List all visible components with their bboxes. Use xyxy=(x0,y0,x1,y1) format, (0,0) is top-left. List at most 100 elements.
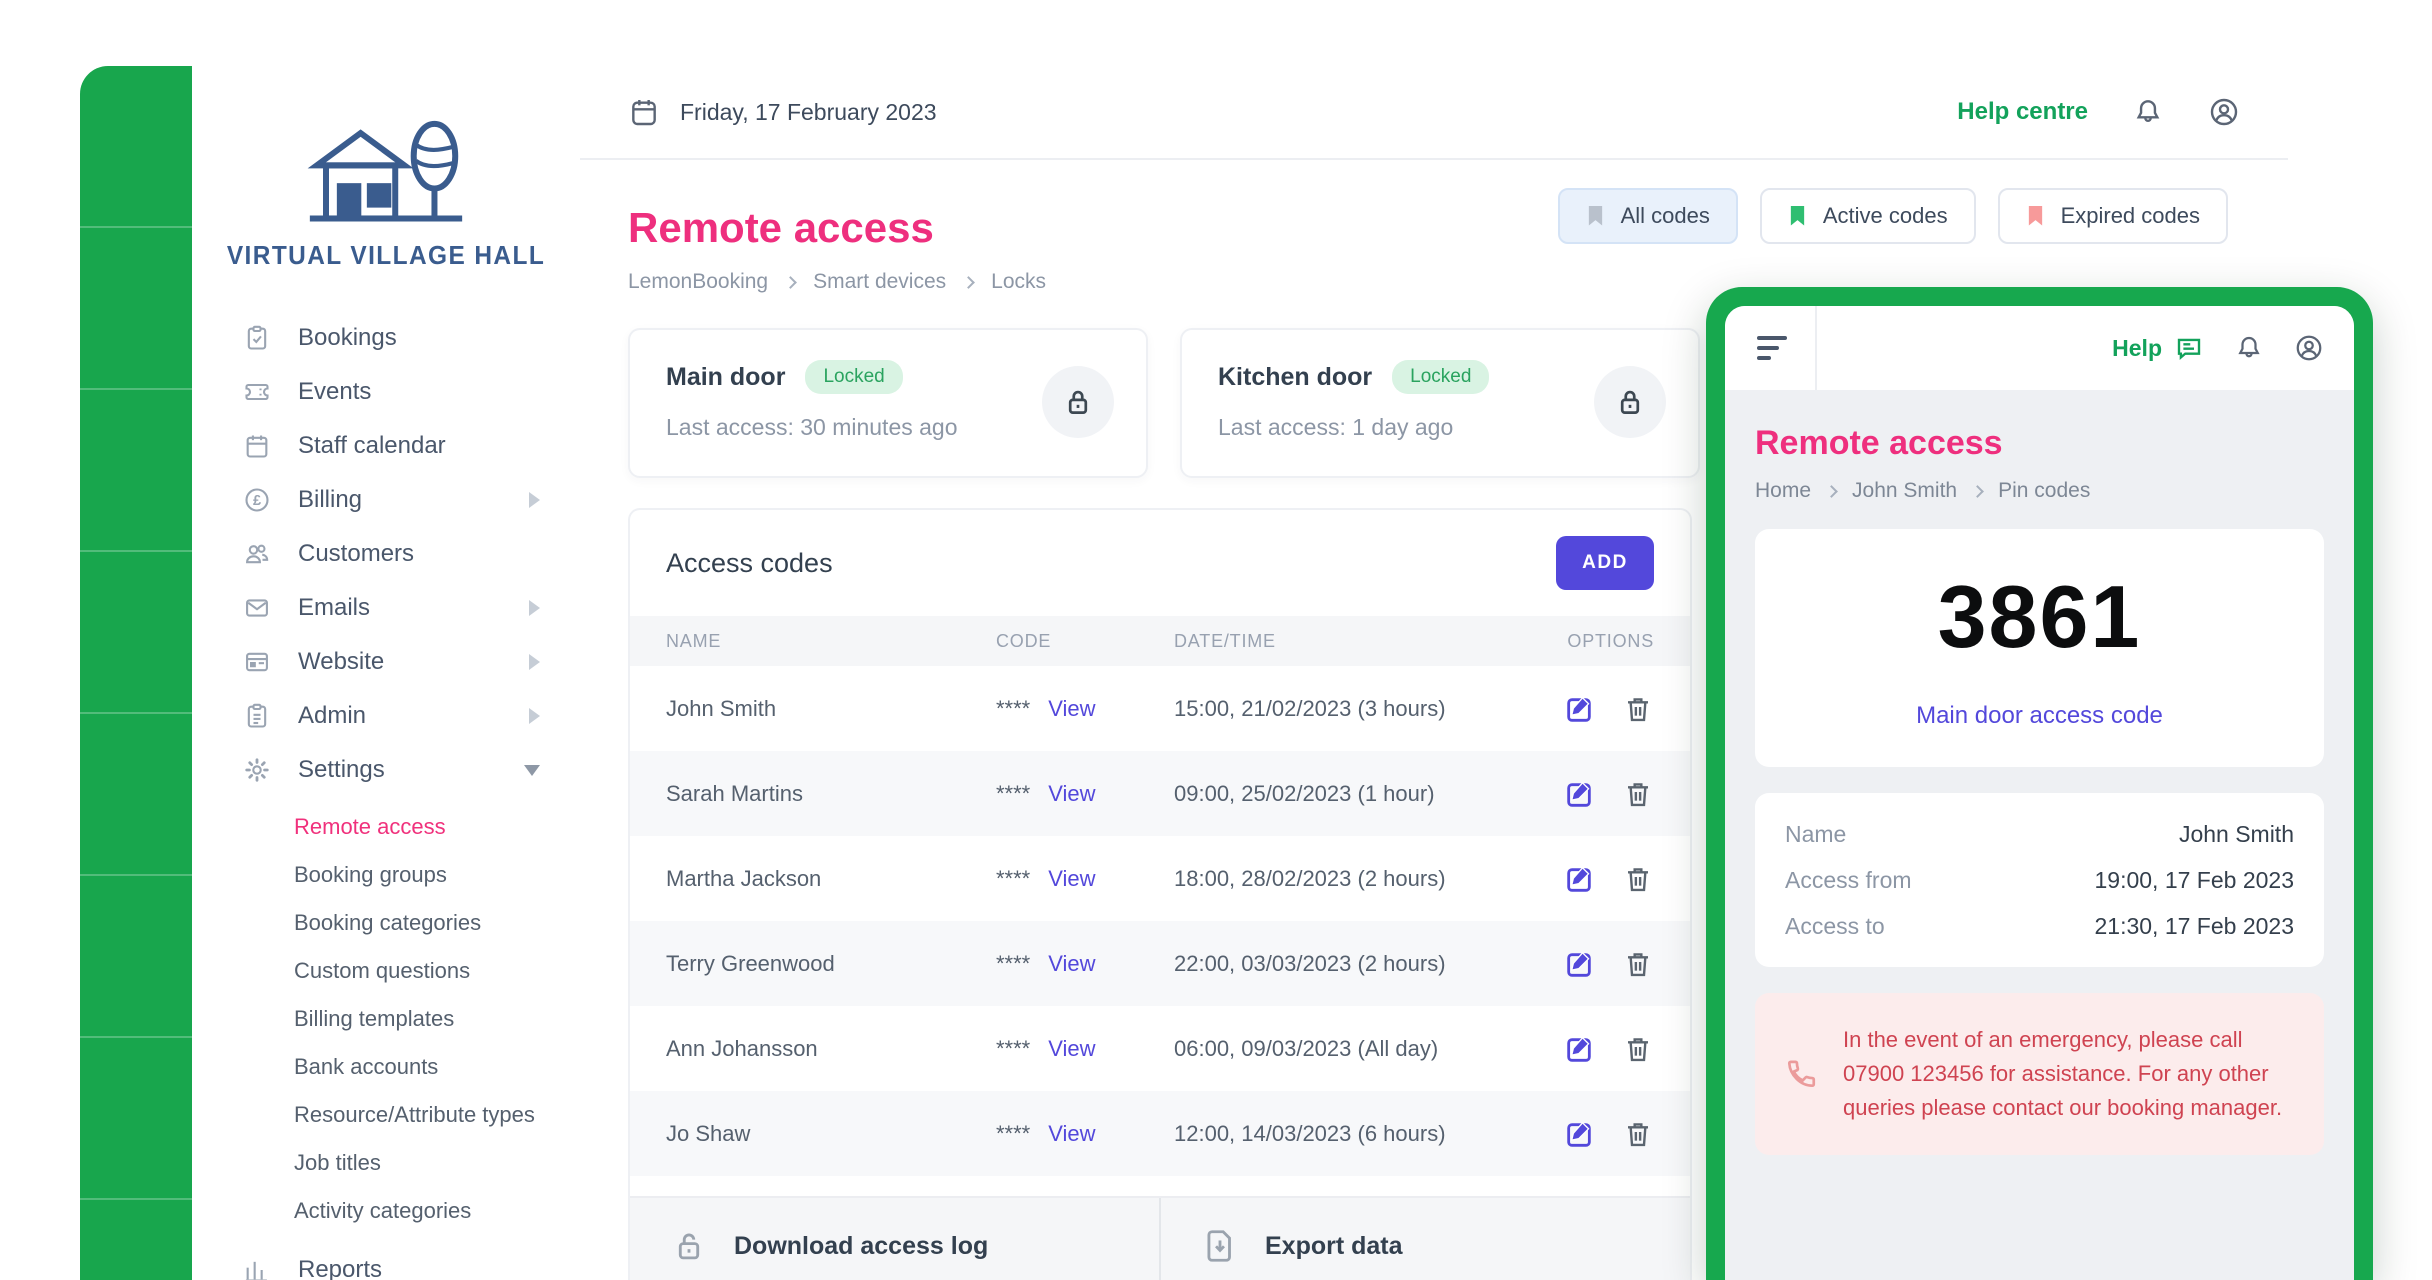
sidebar-item-settings[interactable]: Settings xyxy=(192,743,580,797)
village-hall-logo-icon xyxy=(291,110,481,230)
bookmark-icon xyxy=(2026,204,2045,228)
table-row: Martha Jackson ****View 18:00, 28/02/202… xyxy=(630,836,1690,921)
lock-toggle-button[interactable] xyxy=(1042,366,1114,438)
sidebar-item-emails[interactable]: Emails xyxy=(192,581,580,635)
sidebar-item-label: Events xyxy=(298,378,540,406)
screen: VIRTUAL VILLAGE HALL Bookings Events Sta… xyxy=(0,0,2432,1280)
filter-all-codes[interactable]: All codes xyxy=(1558,188,1738,244)
breadcrumb-item[interactable]: Locks xyxy=(991,270,1046,294)
submenu-item-booking-groups[interactable]: Booking groups xyxy=(192,851,580,899)
submenu-item-resource-attribute-types[interactable]: Resource/Attribute types xyxy=(192,1091,580,1139)
row-datetime: 18:00, 28/02/2023 (2 hours) xyxy=(1174,866,1504,892)
view-code-link[interactable]: View xyxy=(1048,1036,1095,1062)
menu-icon[interactable] xyxy=(1725,306,1817,390)
view-code-link[interactable]: View xyxy=(1048,781,1095,807)
lock-name: Main door xyxy=(666,363,785,392)
status-badge: Locked xyxy=(805,360,902,394)
edit-icon[interactable] xyxy=(1564,1033,1596,1065)
row-name: Ann Johansson xyxy=(666,1036,996,1062)
export-data-button[interactable]: Export data xyxy=(1159,1198,1690,1280)
help-centre-link[interactable]: Help centre xyxy=(1957,98,2088,126)
codes-footer: Download access log Export data xyxy=(630,1196,1690,1280)
chevron-right-icon xyxy=(962,276,975,289)
edit-icon[interactable] xyxy=(1564,693,1596,725)
filter-active-codes[interactable]: Active codes xyxy=(1760,188,1976,244)
submenu-item-job-titles[interactable]: Job titles xyxy=(192,1139,580,1187)
column-header-options: OPTIONS xyxy=(1504,631,1654,652)
current-date: Friday, 17 February 2023 xyxy=(628,96,937,128)
masked-code: **** xyxy=(996,696,1030,722)
delete-icon[interactable] xyxy=(1622,863,1654,895)
filter-expired-codes[interactable]: Expired codes xyxy=(1998,188,2228,244)
lock-toggle-button[interactable] xyxy=(1594,366,1666,438)
delete-icon[interactable] xyxy=(1622,1118,1654,1150)
submenu-item-remote-access[interactable]: Remote access xyxy=(192,803,580,851)
profile-icon[interactable] xyxy=(2208,96,2240,128)
sidebar-item-staff-calendar[interactable]: Staff calendar xyxy=(192,419,580,473)
file-download-icon xyxy=(1201,1227,1239,1265)
sidebar-item-website[interactable]: Website xyxy=(192,635,580,689)
sidebar-item-events[interactable]: Events xyxy=(192,365,580,419)
bookmark-icon xyxy=(1586,204,1605,228)
calendar-icon xyxy=(628,96,660,128)
sidebar-item-admin[interactable]: Admin xyxy=(192,689,580,743)
breadcrumb-item[interactable]: Smart devices xyxy=(813,270,946,294)
breadcrumb-item[interactable]: Home xyxy=(1755,479,1811,503)
date-text: Friday, 17 February 2023 xyxy=(680,99,937,126)
brand-name: VIRTUAL VILLAGE HALL xyxy=(204,240,569,271)
detail-row: Name John Smith xyxy=(1785,811,2294,857)
delete-icon[interactable] xyxy=(1622,693,1654,725)
sidebar-item-customers[interactable]: Customers xyxy=(192,527,580,581)
bell-icon[interactable] xyxy=(2234,333,2264,363)
breadcrumb-item[interactable]: John Smith xyxy=(1852,479,1957,503)
chevron-right-icon xyxy=(1971,485,1984,498)
submenu-item-bank-accounts[interactable]: Bank accounts xyxy=(192,1043,580,1091)
profile-icon[interactable] xyxy=(2294,333,2324,363)
filter-label: All codes xyxy=(1621,203,1710,229)
edit-icon[interactable] xyxy=(1564,778,1596,810)
view-code-link[interactable]: View xyxy=(1048,1121,1095,1147)
submenu-item-activity-categories[interactable]: Activity categories xyxy=(192,1187,580,1235)
submenu-item-booking-categories[interactable]: Booking categories xyxy=(192,899,580,947)
submenu-item-billing-templates[interactable]: Billing templates xyxy=(192,995,580,1043)
download-access-log-button[interactable]: Download access log xyxy=(630,1198,1159,1280)
svg-text:£: £ xyxy=(253,493,261,509)
delete-icon[interactable] xyxy=(1622,948,1654,980)
envelope-icon xyxy=(236,594,278,622)
breadcrumb-item[interactable]: Pin codes xyxy=(1998,479,2090,503)
delete-icon[interactable] xyxy=(1622,778,1654,810)
pin-code-caption[interactable]: Main door access code xyxy=(1916,702,2163,730)
breadcrumb-item[interactable]: LemonBooking xyxy=(628,270,768,294)
view-code-link[interactable]: View xyxy=(1048,696,1095,722)
chevron-right-icon xyxy=(1825,485,1838,498)
view-code-link[interactable]: View xyxy=(1048,866,1095,892)
phone-help-link[interactable]: Help xyxy=(2112,333,2204,363)
row-name: John Smith xyxy=(666,696,996,722)
table-row: Terry Greenwood ****View 22:00, 03/03/20… xyxy=(630,921,1690,1006)
settings-submenu: Remote access Booking groups Booking cat… xyxy=(192,803,580,1235)
submenu-item-custom-questions[interactable]: Custom questions xyxy=(192,947,580,995)
table-row: Jo Shaw ****View 12:00, 14/03/2023 (6 ho… xyxy=(630,1091,1690,1176)
detail-value: 19:00, 17 Feb 2023 xyxy=(2095,867,2295,894)
view-code-link[interactable]: View xyxy=(1048,951,1095,977)
bell-icon[interactable] xyxy=(2132,96,2164,128)
sidebar-item-reports[interactable]: Reports xyxy=(192,1243,580,1280)
sidebar-item-bookings[interactable]: Bookings xyxy=(192,311,580,365)
edit-icon[interactable] xyxy=(1564,948,1596,980)
add-code-button[interactable]: ADD xyxy=(1556,536,1654,590)
sidebar-item-label: Staff calendar xyxy=(298,432,540,460)
brand-logo: VIRTUAL VILLAGE HALL xyxy=(192,66,580,271)
code-filters: All codes Active codes Expired codes xyxy=(1558,188,2228,244)
sidebar-item-billing[interactable]: £ Billing xyxy=(192,473,580,527)
chevron-right-icon xyxy=(529,492,540,508)
chevron-right-icon xyxy=(529,708,540,724)
column-header-code: CODE xyxy=(996,631,1174,652)
detail-value: 21:30, 17 Feb 2023 xyxy=(2095,913,2295,940)
emergency-notice: In the event of an emergency, please cal… xyxy=(1755,993,2324,1155)
edit-icon[interactable] xyxy=(1564,1118,1596,1150)
masked-code: **** xyxy=(996,1036,1030,1062)
phone-handset-icon xyxy=(1783,1056,1819,1092)
delete-icon[interactable] xyxy=(1622,1033,1654,1065)
edit-icon[interactable] xyxy=(1564,863,1596,895)
row-name: Sarah Martins xyxy=(666,781,996,807)
